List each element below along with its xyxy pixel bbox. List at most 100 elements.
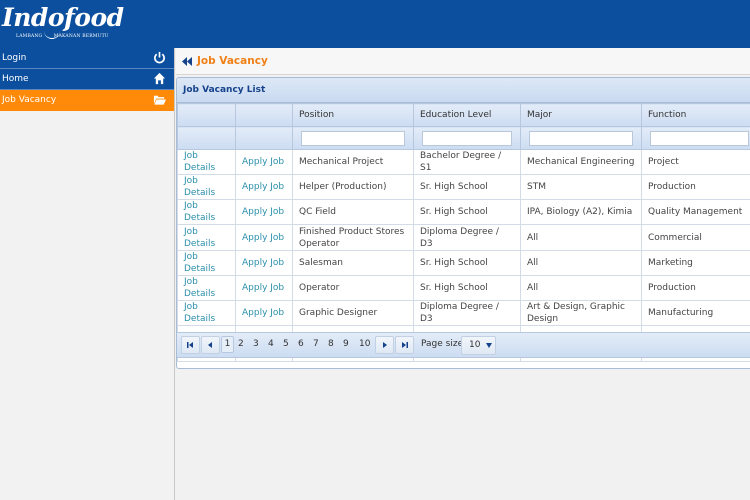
apply-job-link[interactable]: Apply Job [235,149,293,175]
sidebar-item-job-vacancy[interactable]: Job Vacancy [0,90,174,111]
education-filter-input[interactable] [422,130,512,146]
filter-cell [413,126,521,150]
chevron-down-icon [486,343,492,348]
function-filter-input[interactable] [650,130,749,146]
job-details-link[interactable]: Job Details [177,275,236,301]
function-cell: Commercial [641,224,750,251]
table-row: Job Details Apply Job Finished Product S… [177,224,750,251]
function-cell: Quality Management [641,199,750,225]
panel-title: Job Vacancy List [177,78,750,103]
filter-cell [641,126,750,150]
first-page-button[interactable] [181,336,200,354]
job-details-link[interactable]: Job Details [177,199,236,225]
page-size-dropdown[interactable]: 10 [461,336,496,355]
tagline-right: MAKANAN BERMUTU [53,34,109,39]
filter-cell-empty [177,126,236,150]
page-number[interactable]: 3 [253,337,259,352]
column-header-position[interactable]: Position [292,103,414,127]
education-cell: Sr. High School [413,174,521,200]
function-cell: Manufacturing [641,300,750,326]
page-number[interactable]: 4 [268,337,274,352]
filter-cell-empty [235,126,293,150]
previous-page-button[interactable] [201,336,220,354]
page-number[interactable]: 10 [359,337,370,352]
table-row: Job Details Apply Job Operator Sr. High … [177,275,750,301]
page-number[interactable]: 5 [283,337,289,352]
education-cell: Sr. High School [413,199,521,225]
function-cell: Project [641,149,750,175]
table-row: Job Details Apply Job QC Field Sr. High … [177,199,750,225]
page-header: Job Vacancy [176,48,750,75]
page-number[interactable]: 8 [328,337,334,352]
logo-tagline: LAMBANG MAKANAN BERMUTU [16,34,109,39]
column-header-education-level[interactable]: Education Level [413,103,521,127]
sidebar-item-home[interactable]: Home [0,69,174,90]
home-icon [153,72,166,85]
position-cell: Finished Product Stores Operator [292,224,414,251]
education-cell: Sr. High School [413,250,521,276]
education-cell: Sr. High School [413,275,521,301]
apply-job-link[interactable]: Apply Job [235,275,293,301]
major-cell: All [520,250,642,276]
job-details-link[interactable]: Job Details [177,224,236,251]
job-vacancy-table: Position Education Level Major Function … [177,103,750,362]
table-row: Job Details Apply Job Salesman Sr. High … [177,250,750,276]
education-cell: Diploma Degree / D3 [413,300,521,326]
page-number[interactable]: 9 [343,337,349,352]
major-filter-input[interactable] [529,130,633,146]
column-header-apply [235,103,293,127]
major-cell: Mechanical Engineering [520,149,642,175]
page-title: Job Vacancy [197,55,268,67]
position-cell: Operator [292,275,414,301]
tagline-left: LAMBANG [16,34,43,39]
apply-job-link[interactable]: Apply Job [235,174,293,200]
apply-job-link[interactable]: Apply Job [235,199,293,225]
job-vacancy-panel: Job Vacancy List Position Education Leve… [176,77,750,369]
sidebar-item-label: Job Vacancy [2,95,57,105]
column-header-function[interactable]: Function [641,103,750,127]
position-filter-input[interactable] [301,130,405,146]
position-cell: Graphic Designer [292,300,414,326]
page-number-current[interactable]: 1 [221,336,234,353]
job-details-link[interactable]: Job Details [177,300,236,326]
header: Indofood LAMBANG MAKANAN BERMUTU [0,0,750,48]
column-header-details [177,103,236,127]
position-cell: Salesman [292,250,414,276]
major-cell: All [520,275,642,301]
function-cell: Production [641,275,750,301]
indofood-logo[interactable]: Indofood LAMBANG MAKANAN BERMUTU [2,4,124,44]
pager: 1 2 3 4 5 6 7 8 9 10 Page size: 10 [177,332,750,358]
page-number[interactable]: 6 [298,337,304,352]
page-size-label: Page size: [421,339,467,349]
function-cell: Marketing [641,250,750,276]
job-details-link[interactable]: Job Details [177,149,236,175]
power-icon [154,51,165,64]
major-cell: All [520,224,642,251]
table-row: Job Details Apply Job Helper (Production… [177,174,750,200]
filter-cell [520,126,642,150]
major-cell: Art & Design, Graphic Design [520,300,642,326]
sidebar-item-label: Login [2,53,27,63]
column-header-major[interactable]: Major [520,103,642,127]
education-cell: Diploma Degree / D3 [413,224,521,251]
last-page-button[interactable] [395,336,414,354]
first-page-icon [187,342,193,348]
job-details-link[interactable]: Job Details [177,250,236,276]
sidebar-item-login[interactable]: Login [0,48,174,69]
job-details-link[interactable]: Job Details [177,174,236,200]
filter-cell [292,126,414,150]
folder-open-icon [153,95,166,105]
next-page-button[interactable] [375,336,394,354]
function-cell: Production [641,174,750,200]
last-page-icon [402,342,408,348]
apply-job-link[interactable]: Apply Job [235,250,293,276]
next-page-icon [383,342,387,348]
double-chevron-left-icon[interactable] [182,56,193,66]
apply-job-link[interactable]: Apply Job [235,224,293,251]
major-cell: IPA, Biology (A2), Kimia [520,199,642,225]
page-size-value: 10 [469,340,481,350]
page-number[interactable]: 2 [238,337,244,352]
apply-job-link[interactable]: Apply Job [235,300,293,326]
page-number[interactable]: 7 [313,337,319,352]
filter-row [177,126,750,150]
